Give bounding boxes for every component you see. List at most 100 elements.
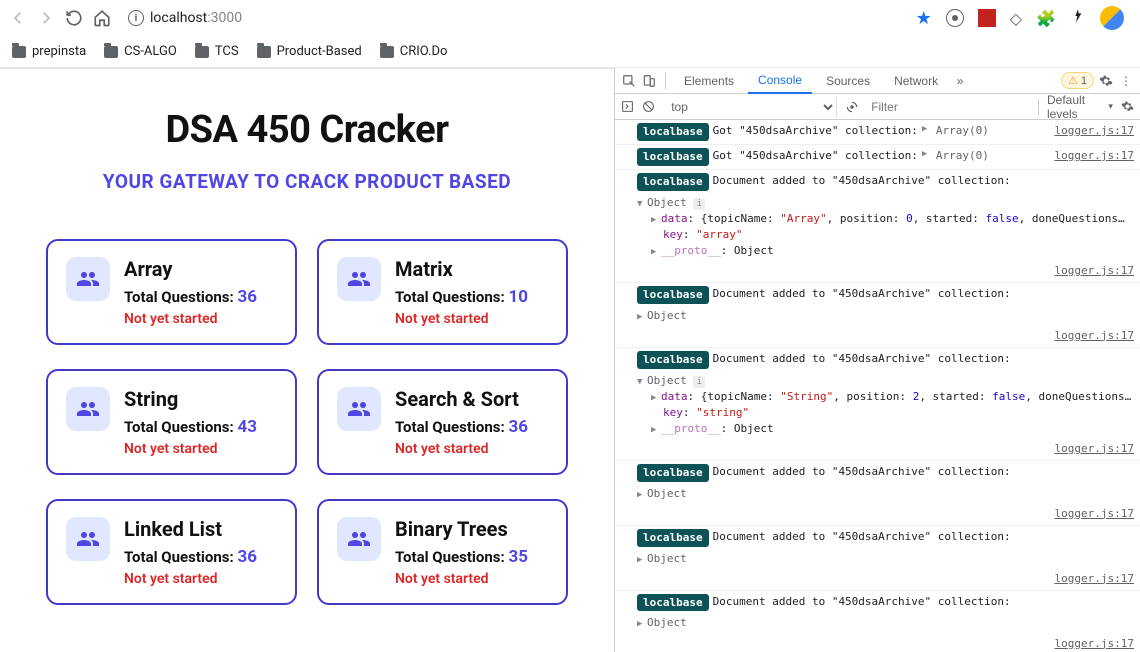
console-row[interactable]: localbase Got "450dsaArchive" collection… (615, 120, 1140, 145)
localbase-badge: localbase (637, 286, 709, 304)
bookmark-cs-algo[interactable]: CS-ALGO (104, 44, 177, 59)
home-button[interactable] (92, 8, 112, 28)
profile-avatar[interactable] (1100, 6, 1124, 30)
topic-status: Not yet started (395, 571, 548, 587)
topic-meta: Total Questions: 35 (395, 547, 548, 567)
users-icon (66, 257, 110, 301)
clear-console-icon[interactable] (642, 99, 655, 115)
users-icon (66, 387, 110, 431)
topic-status: Not yet started (124, 441, 277, 457)
source-link[interactable]: logger.js:17 (1055, 123, 1134, 139)
source-link[interactable]: logger.js:17 (1055, 263, 1134, 279)
topic-name: String (124, 387, 277, 411)
localbase-badge: localbase (637, 594, 709, 612)
source-link[interactable]: logger.js:17 (1055, 441, 1134, 457)
topic-name: Search & Sort (395, 387, 548, 411)
topic-name: Binary Trees (395, 517, 548, 541)
url-text: localhost:3000 (150, 10, 242, 26)
ext-icon-4[interactable] (1070, 8, 1086, 28)
ext-icon-2[interactable] (978, 9, 996, 27)
localbase-badge: localbase (637, 173, 709, 191)
topic-name: Array (124, 257, 277, 281)
source-link[interactable]: logger.js:17 (1055, 636, 1134, 652)
bookmark-prepinsta[interactable]: prepinsta (12, 44, 86, 59)
bookmark-tcs[interactable]: TCS (195, 44, 239, 59)
tab-network[interactable]: Network (884, 68, 948, 94)
filter-input[interactable] (867, 98, 1030, 116)
topic-card[interactable]: Binary Trees Total Questions: 35 Not yet… (317, 499, 568, 605)
reload-button[interactable] (64, 8, 84, 28)
tab-sources[interactable]: Sources (816, 68, 880, 94)
live-expression-icon[interactable] (845, 99, 859, 115)
users-icon (337, 517, 381, 561)
topic-meta: Total Questions: 36 (395, 417, 548, 437)
source-link[interactable]: logger.js:17 (1055, 571, 1134, 587)
topic-meta: Total Questions: 36 (124, 547, 277, 567)
source-link[interactable]: logger.js:17 (1055, 148, 1134, 164)
bookmark-crio[interactable]: CRIO.Do (380, 44, 448, 59)
warning-badge[interactable]: 1 (1061, 72, 1094, 89)
topic-card[interactable]: Array Total Questions: 36 Not yet starte… (46, 239, 297, 345)
page-content: DSA 450 Cracker YOUR GATEWAY TO CRACK PR… (0, 68, 614, 652)
extensions-icon[interactable]: 🧩 (1036, 9, 1056, 28)
topic-card[interactable]: Search & Sort Total Questions: 36 Not ye… (317, 369, 568, 475)
localbase-badge: localbase (637, 529, 709, 547)
folder-icon (380, 46, 394, 58)
source-link[interactable]: logger.js:17 (1055, 328, 1134, 344)
topic-card[interactable]: String Total Questions: 43 Not yet start… (46, 369, 297, 475)
toolbar-right: ★ ◇ 🧩 (916, 6, 1124, 30)
forward-button[interactable] (36, 8, 56, 28)
console-row[interactable]: localbase Document added to "450dsaArchi… (615, 526, 1140, 591)
topic-meta: Total Questions: 43 (124, 417, 277, 437)
devtools-panel: Elements Console Sources Network » 1 ⋮ t… (614, 68, 1140, 652)
topic-meta: Total Questions: 36 (124, 287, 277, 307)
topic-name: Matrix (395, 257, 548, 281)
inspect-icon[interactable] (621, 73, 637, 89)
bookmark-product-based[interactable]: Product-Based (257, 44, 362, 59)
topic-card[interactable]: Linked List Total Questions: 36 Not yet … (46, 499, 297, 605)
console-row[interactable]: localbase Document added to "450dsaArchi… (615, 461, 1140, 526)
console-row[interactable]: localbase Document added to "450dsaArchi… (615, 591, 1140, 652)
folder-icon (195, 46, 209, 58)
kebab-menu-icon[interactable]: ⋮ (1118, 73, 1134, 89)
device-toggle-icon[interactable] (641, 73, 657, 89)
localbase-badge: localbase (637, 351, 709, 369)
topic-status: Not yet started (124, 571, 277, 587)
console-row[interactable]: localbase Document added to "450dsaArchi… (615, 170, 1140, 283)
localbase-badge: localbase (637, 123, 709, 141)
back-button[interactable] (8, 8, 28, 28)
address-bar[interactable]: i localhost:3000 (128, 10, 908, 26)
site-info-icon[interactable]: i (128, 10, 144, 26)
console-log-list[interactable]: localbase Got "450dsaArchive" collection… (615, 120, 1140, 652)
console-row[interactable]: localbase Document added to "450dsaArchi… (615, 283, 1140, 348)
tab-elements[interactable]: Elements (674, 68, 744, 94)
tab-console[interactable]: Console (748, 68, 812, 94)
ext-icon-3[interactable]: ◇ (1010, 9, 1022, 28)
console-row[interactable]: localbase Got "450dsaArchive" collection… (615, 145, 1140, 170)
source-link[interactable]: logger.js:17 (1055, 506, 1134, 522)
localbase-badge: localbase (637, 148, 709, 166)
settings-icon[interactable] (1098, 73, 1114, 89)
console-sidebar-toggle-icon[interactable] (621, 99, 634, 115)
context-selector[interactable]: top (663, 97, 837, 117)
users-icon (66, 517, 110, 561)
console-row[interactable]: localbase Document added to "450dsaArchi… (615, 348, 1140, 461)
topic-name: Linked List (124, 517, 277, 541)
page-subtitle: YOUR GATEWAY TO CRACK PRODUCT BASED (46, 170, 568, 193)
topic-meta: Total Questions: 10 (395, 287, 548, 307)
browser-toolbar: i localhost:3000 ★ ◇ 🧩 (0, 0, 1140, 36)
topic-card[interactable]: Matrix Total Questions: 10 Not yet start… (317, 239, 568, 345)
folder-icon (257, 46, 271, 58)
folder-icon (12, 46, 26, 58)
folder-icon (104, 46, 118, 58)
console-settings-icon[interactable] (1121, 99, 1134, 115)
ext-icon-1[interactable] (946, 9, 964, 27)
console-toolbar: top Default levels (615, 94, 1140, 120)
devtools-tab-bar: Elements Console Sources Network » 1 ⋮ (615, 68, 1140, 94)
page-title: DSA 450 Cracker (46, 108, 568, 152)
tabs-overflow-icon[interactable]: » (952, 73, 968, 89)
log-levels-selector[interactable]: Default levels (1047, 93, 1113, 121)
bookmark-star-icon[interactable]: ★ (916, 8, 932, 29)
users-icon (337, 257, 381, 301)
topic-cards-grid: Array Total Questions: 36 Not yet starte… (46, 239, 568, 605)
